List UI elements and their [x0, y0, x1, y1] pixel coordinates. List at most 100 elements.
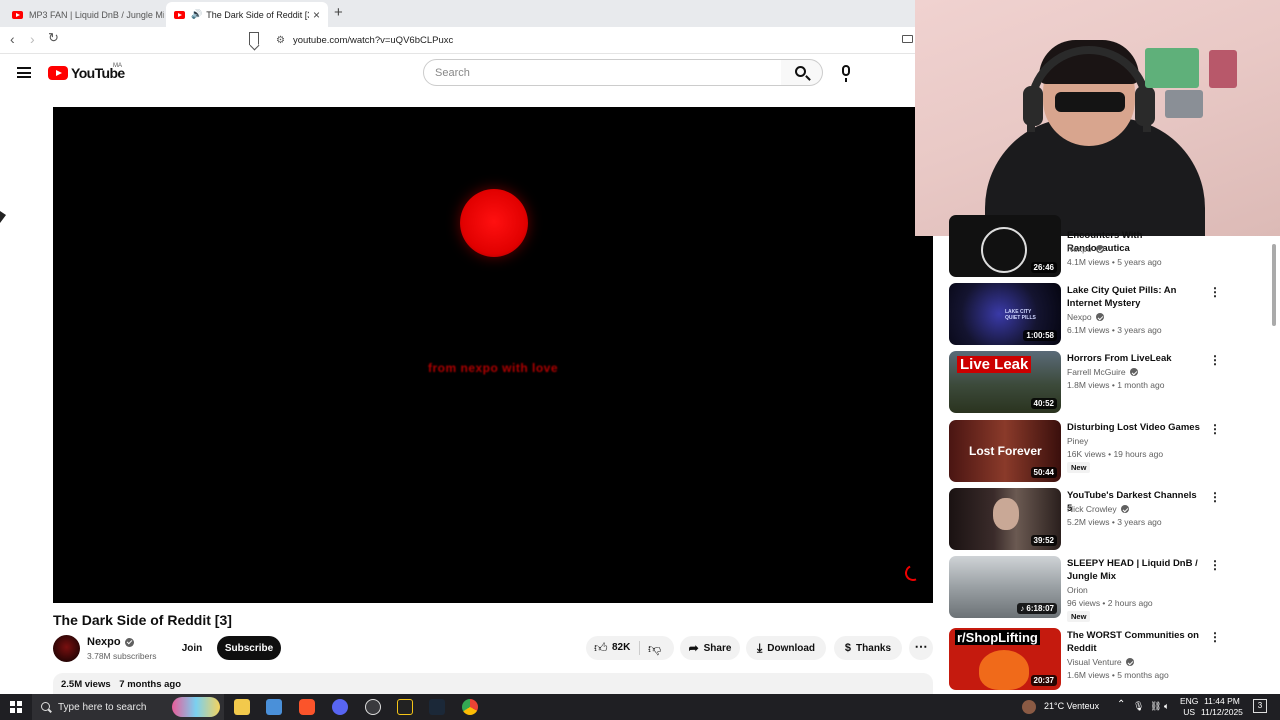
page-scrollbar[interactable] — [1271, 236, 1277, 691]
recommendation-meta: 6.1M views • 3 years ago — [1067, 325, 1162, 335]
thumbs-down-icon[interactable]: 👎︎ — [648, 641, 661, 657]
reload-icon[interactable]: ↻ — [48, 30, 59, 46]
brave-browser-icon[interactable] — [299, 699, 315, 715]
more-options-icon[interactable]: ⋮ — [1209, 558, 1221, 572]
recommendation-channel[interactable]: Piney — [1067, 436, 1088, 446]
channel-avatar[interactable] — [53, 635, 80, 662]
recommendation-title[interactable]: Horrors From LiveLeak — [1067, 352, 1202, 365]
recommendation-title[interactable]: SLEEPY HEAD | Liquid DnB / Jungle Mix — [1067, 557, 1202, 583]
tray-chevron-icon[interactable]: ⌃ — [1117, 699, 1125, 710]
recommendation-item[interactable]: r/ShopLifting 20:37 The WORST Communitie… — [949, 628, 1269, 690]
more-actions-icon[interactable]: ⋯ — [909, 636, 933, 660]
recommendation-item[interactable]: Lost Forever 50:44 Disturbing Lost Video… — [949, 420, 1269, 482]
address-bar[interactable]: ⚙ youtube.com/watch?v=uQV6bCLPuxc — [270, 30, 910, 51]
back-arrow-icon[interactable]: ‹ — [10, 31, 15, 47]
channel-name[interactable]: Farrell McGuire — [1067, 367, 1126, 377]
thanks-button[interactable]: $ Thanks — [834, 636, 902, 660]
recommendation-title[interactable]: Lake City Quiet Pills: An Internet Myste… — [1067, 284, 1202, 310]
channel-name-row[interactable]: Nexpo — [87, 636, 134, 648]
video-player[interactable]: from nexpo with love — [53, 107, 933, 603]
video-thumbnail[interactable]: 39:52 — [949, 488, 1061, 550]
chrome-icon[interactable] — [462, 699, 478, 715]
more-options-icon[interactable]: ⋮ — [1209, 353, 1221, 367]
menu-icon[interactable] — [17, 67, 31, 78]
recommendation-channel[interactable]: Nexpo — [1067, 312, 1104, 322]
tab-dark-side-reddit[interactable]: 🔊 The Dark Side of Reddit [3] - × — [166, 2, 328, 27]
channel-name[interactable]: Nexpo — [1067, 244, 1092, 254]
channel-name[interactable]: Orion — [1067, 585, 1088, 595]
share-button[interactable]: ➦ Share — [680, 636, 740, 660]
game-app-icon[interactable] — [397, 699, 413, 715]
close-tab-icon[interactable]: × — [309, 8, 320, 22]
download-button[interactable]: ⤓ Download — [746, 636, 826, 660]
channel-name[interactable]: Nexpo — [1067, 312, 1092, 322]
subscribe-button[interactable]: Subscribe — [217, 636, 281, 660]
recommendation-channel[interactable]: Nick Crowley — [1067, 504, 1129, 514]
recommendation-title[interactable]: The WORST Communities on Reddit — [1067, 629, 1202, 655]
more-options-icon[interactable]: ⋮ — [1209, 422, 1221, 436]
weather-text[interactable]: 21°C Venteux — [1044, 701, 1099, 711]
network-icon[interactable]: ⛓ — [1150, 701, 1161, 712]
video-thumbnail[interactable]: 26:46 — [949, 215, 1061, 277]
new-tab-button[interactable]: + — [334, 4, 343, 21]
forward-arrow-icon[interactable]: › — [30, 31, 35, 47]
search-input[interactable]: Search — [423, 59, 782, 86]
tab-mp3-fan[interactable]: MP3 FAN | Liquid DnB / Jungle Mix — [4, 2, 164, 27]
notification-center-icon[interactable]: 3 — [1253, 699, 1267, 713]
cat-sticker — [1165, 90, 1203, 118]
channel-name[interactable]: Nick Crowley — [1067, 504, 1117, 514]
more-options-icon[interactable]: ⋮ — [1209, 285, 1221, 299]
windows-start-icon[interactable] — [10, 701, 22, 713]
voice-search-icon[interactable] — [842, 65, 850, 82]
new-badge: New — [1067, 611, 1091, 622]
system-clock[interactable]: 11:44 PM 11/12/2025 — [1201, 696, 1243, 718]
recommendation-channel[interactable]: Farrell McGuire — [1067, 367, 1138, 377]
video-thumbnail[interactable]: Lost Forever 50:44 — [949, 420, 1061, 482]
microphone-icon[interactable]: 🎙︎ — [1133, 701, 1144, 712]
calculator-icon[interactable] — [266, 699, 282, 715]
recommendation-channel[interactable]: Nexpo — [1067, 244, 1104, 254]
channel-name[interactable]: Visual Venture — [1067, 657, 1122, 667]
thumbs-up-icon[interactable]: 👍︎ — [594, 640, 608, 656]
like-count[interactable]: 82K — [612, 642, 630, 653]
thumbnail-text: Live Leak — [957, 356, 1032, 373]
recommendation-item[interactable]: ♪ 6:18:07 SLEEPY HEAD | Liquid DnB / Jun… — [949, 556, 1269, 622]
video-thumbnail[interactable]: r/ShopLifting 20:37 — [949, 628, 1061, 690]
recommendation-title[interactable]: Disturbing Lost Video Games — [1067, 421, 1202, 434]
channel-name[interactable]: Nexpo — [87, 636, 121, 648]
recommendation-item[interactable]: 39:52 YouTube's Darkest Channels 5 Nick … — [949, 488, 1269, 550]
tab-title: The Dark Side of Reddit [3] - — [206, 9, 309, 20]
recommendation-item[interactable]: Live Leak 40:52 Horrors From LiveLeak Fa… — [949, 351, 1269, 413]
duration-badge: 20:37 — [1030, 675, 1057, 686]
thumbnail-text: Lost Forever — [969, 444, 1042, 458]
cast-icon[interactable] — [902, 35, 913, 43]
recommendation-meta: 1.6M views • 5 months ago — [1067, 670, 1169, 680]
recommendation-channel[interactable]: Visual Venture — [1067, 657, 1134, 667]
site-info-icon[interactable]: ⚙ — [276, 35, 285, 46]
recommendation-item[interactable]: 26:46 Encounters With Randonautica Nexpo… — [949, 215, 1269, 277]
more-options-icon[interactable]: ⋮ — [1209, 630, 1221, 644]
mouse-cursor-icon — [0, 211, 6, 223]
obs-icon[interactable] — [365, 699, 381, 715]
video-thumbnail[interactable]: ♪ 6:18:07 — [949, 556, 1061, 618]
bookmark-icon[interactable] — [249, 32, 259, 45]
more-options-icon[interactable]: ⋮ — [1209, 490, 1221, 504]
discord-icon[interactable] — [332, 699, 348, 715]
channel-name[interactable]: Piney — [1067, 436, 1088, 446]
volume-icon[interactable]: 🔈︎ — [1164, 701, 1169, 712]
file-explorer-icon[interactable] — [234, 699, 250, 715]
scrollbar-thumb[interactable] — [1272, 244, 1276, 326]
input-language[interactable]: ENG US — [1180, 696, 1198, 718]
join-button[interactable]: Join — [172, 636, 212, 660]
search-button[interactable] — [781, 59, 823, 86]
taskbar-search-box[interactable]: Type here to search — [32, 694, 224, 720]
recommendation-channel[interactable]: Orion — [1067, 585, 1088, 595]
verified-icon — [1095, 313, 1104, 321]
recommendation-item[interactable]: LAKE CITY QUIET PILLS 1:00:58 Lake City … — [949, 283, 1269, 345]
video-thumbnail[interactable]: Live Leak 40:52 — [949, 351, 1061, 413]
steam-icon[interactable] — [429, 699, 445, 715]
youtube-logo[interactable]: YouTube MA — [48, 63, 125, 81]
video-thumbnail[interactable]: LAKE CITY QUIET PILLS 1:00:58 — [949, 283, 1061, 345]
loading-spinner-icon — [902, 562, 924, 584]
youtube-play-icon — [48, 66, 68, 80]
